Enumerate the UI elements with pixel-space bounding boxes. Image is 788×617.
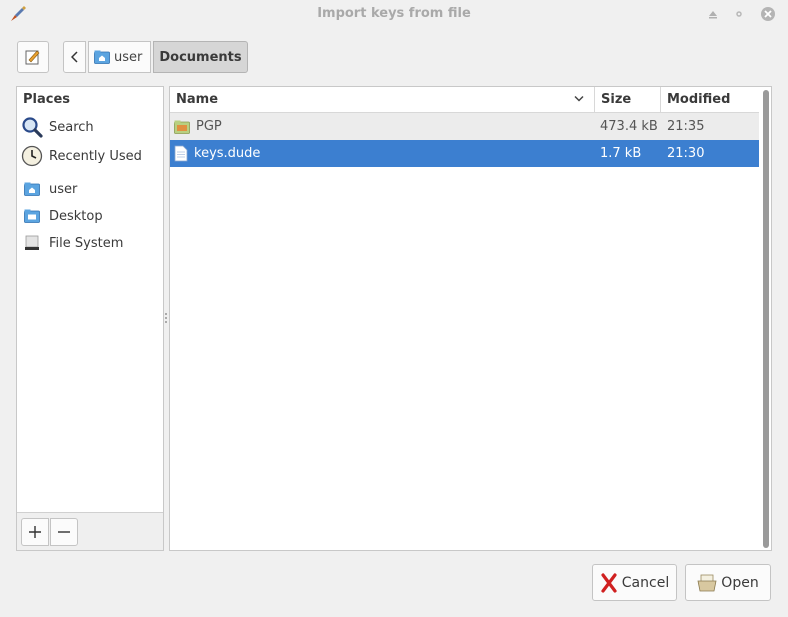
column-header-label: Name	[176, 92, 219, 107]
file-name: keys.dude	[194, 146, 261, 161]
edit-location-button[interactable]	[17, 41, 49, 73]
drive-icon	[25, 235, 39, 250]
places-header: Places	[23, 92, 71, 107]
add-bookmark-button[interactable]	[21, 518, 49, 546]
open-folder-icon	[697, 574, 717, 591]
pane-resize-handle[interactable]	[165, 313, 167, 325]
column-header-modified[interactable]: Modified	[661, 87, 759, 113]
minimize-icon[interactable]	[731, 6, 747, 22]
sidebar-item-file-system[interactable]: File System	[21, 231, 123, 255]
clock-icon	[21, 145, 43, 167]
pencil-note-icon	[25, 50, 40, 65]
path-back-button[interactable]	[63, 41, 86, 73]
file-row-keys-dude[interactable]: keys.dude 1.7 kB 21:30	[170, 140, 759, 167]
file-list-scrollbar[interactable]	[761, 88, 771, 549]
path-crumb-label: Documents	[159, 49, 242, 65]
home-folder-icon	[94, 50, 110, 64]
places-sidebar: Places Search Recently Used user Desktop…	[16, 86, 164, 551]
chevron-left-icon	[70, 51, 78, 63]
remove-bookmark-button[interactable]	[50, 518, 78, 546]
shade-icon[interactable]	[705, 6, 721, 22]
sidebar-item-label: Desktop	[49, 208, 103, 224]
plus-icon	[29, 526, 41, 538]
sidebar-item-label: Search	[49, 119, 94, 135]
path-crumb-user[interactable]: user	[88, 41, 151, 73]
home-folder-icon	[24, 182, 40, 196]
file-row-pgp[interactable]: PGP 473.4 kB 21:35	[170, 113, 759, 140]
search-icon	[22, 117, 43, 138]
sidebar-item-recently-used[interactable]: Recently Used	[21, 144, 142, 168]
file-list: Name Size Modified PGP 473.4 kB 21:35 ke…	[169, 86, 772, 551]
path-crumb-label: user	[114, 49, 143, 65]
scrollbar-thumb[interactable]	[763, 90, 769, 548]
cancel-button-label: Cancel	[621, 574, 670, 591]
file-modified: 21:35	[667, 119, 705, 134]
desktop-folder-icon	[24, 209, 40, 223]
file-size: 473.4 kB	[600, 119, 658, 134]
chevron-down-icon	[574, 95, 584, 102]
cancel-x-icon	[601, 572, 617, 593]
file-name: PGP	[196, 119, 222, 134]
file-modified: 21:30	[667, 146, 705, 161]
column-header-name[interactable]: Name	[170, 87, 595, 113]
window-title: Import keys from file	[317, 6, 471, 21]
column-header-size[interactable]: Size	[595, 87, 661, 113]
text-file-icon	[174, 145, 188, 162]
sidebar-item-label: File System	[49, 235, 124, 251]
sidebar-item-search[interactable]: Search	[21, 115, 94, 139]
minus-icon	[58, 531, 70, 533]
title-bar: Import keys from file	[0, 0, 788, 28]
open-button[interactable]: Open	[685, 564, 771, 601]
sidebar-item-user[interactable]: user	[21, 177, 77, 201]
column-header-label: Modified	[667, 92, 731, 107]
sidebar-item-label: Recently Used	[49, 148, 142, 164]
sidebar-item-label: user	[49, 181, 78, 197]
cancel-button[interactable]: Cancel	[592, 564, 677, 601]
file-size: 1.7 kB	[600, 146, 642, 161]
path-crumb-documents[interactable]: Documents	[153, 41, 248, 73]
folder-icon	[174, 120, 190, 134]
column-header-label: Size	[601, 92, 632, 107]
open-button-label: Open	[721, 574, 759, 591]
sidebar-item-desktop[interactable]: Desktop	[21, 204, 103, 228]
close-icon[interactable]	[760, 6, 776, 22]
sidebar-footer	[17, 512, 163, 550]
